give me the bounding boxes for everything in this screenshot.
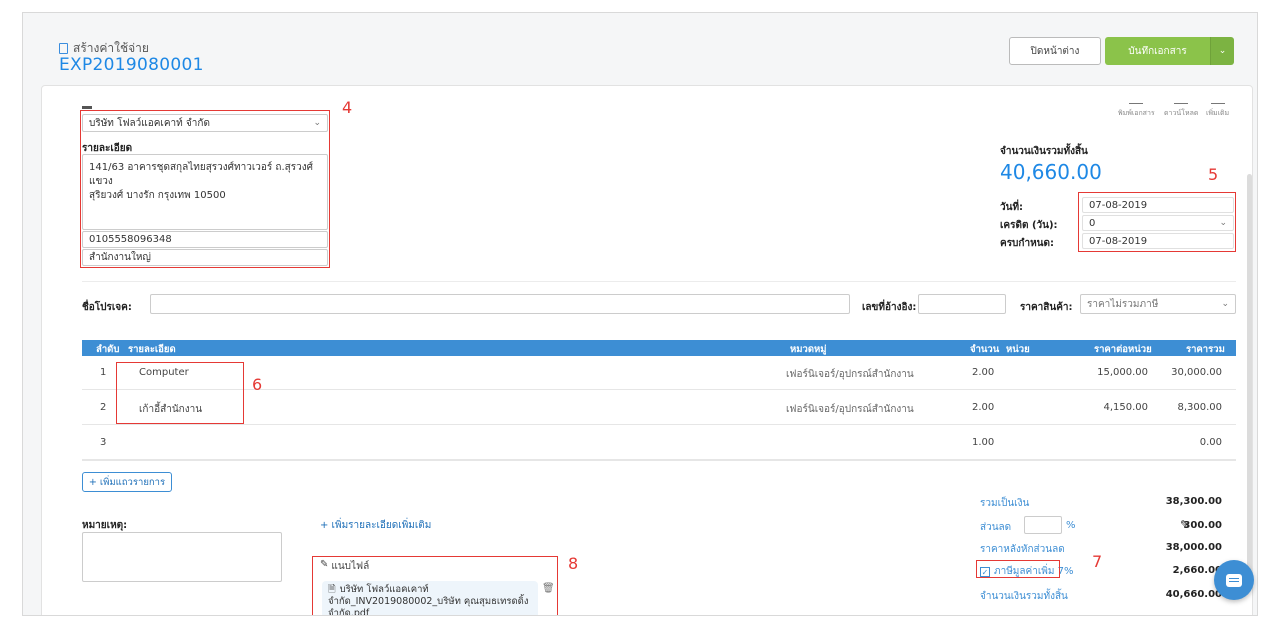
chevron-down-icon: ⌄ [1221,299,1229,309]
price-type-select[interactable]: ราคาไม่รวมภาษี ⌄ [1080,294,1236,314]
scrollbar[interactable] [1247,174,1252,574]
annotation-number: 7 [1092,552,1103,571]
contact-title [82,106,92,109]
annotation-number: 6 [252,375,263,394]
project-label: ชื่อโปรเจค: [82,302,132,313]
print-label: พิมพ์เอกสาร [1118,109,1155,117]
row-total: 8,300.00 [1177,402,1222,413]
grand-total-amount: 40,660.00 [1000,160,1102,184]
vat-value: 2,660.00 [1172,565,1222,576]
row-unit-price: 15,000.00 [1097,367,1148,378]
chat-icon [1226,573,1242,587]
discount-input[interactable] [1024,516,1062,534]
discount-unit: % [1066,520,1076,531]
col-detail: รายละเอียด [128,344,176,355]
price-type-value: ราคาไม่รวมภาษี [1087,298,1159,310]
annotation-box [80,110,330,268]
after-discount-label: ราคาหลังหักส่วนลด [980,544,1065,555]
add-detail-link[interactable]: + เพิ่มรายละเอียดเพิ่มเติม [320,518,431,533]
grand-total-label: จำนวนเงินรวมทั้งสิ้น [1000,146,1088,157]
project-input[interactable] [150,294,850,314]
row-unit-price: 4,150.00 [1103,402,1148,413]
credit-label: เครดิต (วัน): [1000,220,1058,231]
annotation-box [1078,192,1236,252]
print-tool[interactable]: พิมพ์เอกสาร [1118,98,1155,119]
annotation-box [976,560,1060,578]
add-row-button[interactable]: + เพิ่มแถวรายการ [82,472,172,492]
annotation-number: 5 [1208,165,1219,184]
row-total: 0.00 [1199,437,1222,448]
annotation-number: 4 [342,98,353,117]
row-no: 2 [100,402,107,413]
col-unit: หน่วย [1006,344,1030,355]
col-category: หมวดหมู่ [790,344,827,355]
divider [82,281,1236,282]
date-label: วันที่: [1000,202,1024,213]
save-options-chevron-icon[interactable]: ⌄ [1210,37,1234,65]
col-unit-price: ราคาต่อหน่วย [1094,344,1152,355]
row-qty: 1.00 [972,437,995,448]
row-qty: 2.00 [972,402,995,413]
more-label: เพิ่มเติม [1206,109,1230,117]
download-tool[interactable]: ดาวน์โหลด [1164,98,1198,119]
annotation-box [312,556,558,615]
row-category: เฟอร์นิเจอร์/อุปกรณ์สำนักงาน [786,404,914,415]
discount-label: ส่วนลด [980,522,1012,533]
app-window: สร้างค่าใช้จ่าย EXP2019080001 ปิดหน้าต่า… [22,12,1258,616]
row-no: 3 [100,437,107,448]
doc-code: EXP2019080001 [59,55,204,75]
print-icon [1129,98,1144,104]
download-icon [1174,98,1189,104]
col-no: ลำดับ [96,344,120,355]
more-icon [1210,98,1225,104]
save-document-button[interactable]: บันทึกเอกสาร [1105,37,1210,65]
row-total: 30,000.00 [1171,367,1222,378]
row-no: 1 [100,367,107,378]
annotation-box [116,362,244,424]
reference-input[interactable] [918,294,1006,314]
subtotal-value: 38,300.00 [1165,496,1222,507]
reference-label: เลขที่อ้างอิง: [862,302,917,313]
table-header: ลำดับ รายละเอียด หมวดหมู่ จำนวน หน่วย รา… [82,340,1236,356]
subtotal-label: รวมเป็นเงิน [980,498,1030,509]
grand-total-summary-value: 40,660.00 [1165,589,1222,600]
row-qty: 2.00 [972,367,995,378]
notes-textarea[interactable] [82,532,282,582]
after-discount-value: 38,000.00 [1165,542,1222,553]
annotation-number: 8 [568,554,579,573]
col-total: ราคารวม [1186,344,1225,355]
close-window-button[interactable]: ปิดหน้าต่าง [1009,37,1101,65]
table-row[interactable]: 3 1.00 0.00 [82,426,1236,460]
grand-total-summary-label: จำนวนเงินรวมทั้งสิ้น [980,591,1068,602]
row-category: เฟอร์นิเจอร์/อุปกรณ์สำนักงาน [786,369,914,380]
table-row[interactable]: 2 เก้าอี้สำนักงาน เฟอร์นิเจอร์/อุปกรณ์สำ… [82,391,1236,425]
discount-value: 300.00 [1183,520,1222,531]
chat-button[interactable] [1214,560,1254,600]
expense-form: บริษัท โฟลว์แอคเคาท์ จำกัด ⌄ รายละเอียด … [41,85,1253,615]
col-qty: จำนวน [970,344,1000,355]
due-label: ครบกำหนด: [1000,238,1054,249]
more-tool[interactable]: เพิ่มเติม [1206,98,1229,119]
price-type-label: ราคาสินค้า: [1020,302,1073,313]
page-header: สร้างค่าใช้จ่าย EXP2019080001 ปิดหน้าต่า… [23,13,1257,85]
document-icon [59,43,68,54]
notes-label: หมายเหตุ: [82,520,128,531]
table-bottom-border [82,460,1236,461]
download-label: ดาวน์โหลด [1164,109,1199,117]
